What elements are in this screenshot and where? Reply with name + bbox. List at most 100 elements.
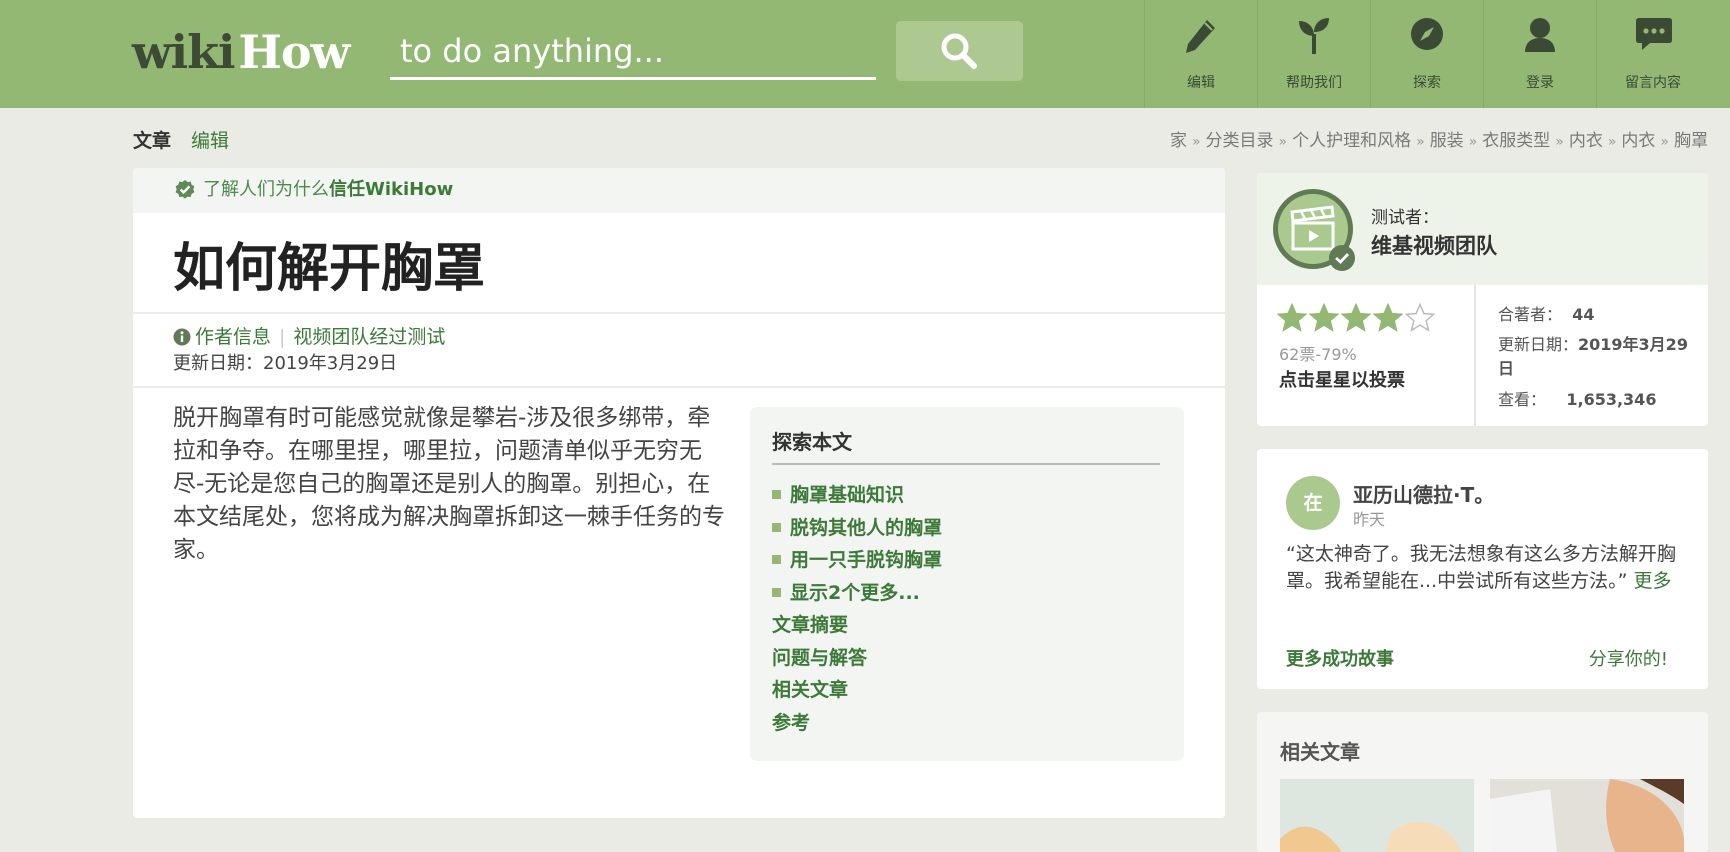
- nav-messages[interactable]: 留言内容: [1596, 0, 1709, 108]
- star-filled-icon[interactable]: [1277, 303, 1307, 333]
- breadcrumb-separator: »: [1468, 134, 1478, 150]
- nav-login-label: 登录: [1526, 75, 1554, 91]
- compass-icon: [1411, 18, 1443, 50]
- breadcrumb-item[interactable]: 内衣: [1621, 131, 1655, 151]
- breadcrumb-item[interactable]: 分类目录: [1206, 131, 1274, 151]
- logo-wiki: wiki: [132, 25, 235, 79]
- toc-item[interactable]: 相关文章: [772, 674, 942, 707]
- illustration-thumbnail: [1490, 779, 1684, 852]
- toc-item[interactable]: 用一只手脱钩胸罩: [772, 544, 942, 577]
- related-articles-title: 相关文章: [1280, 740, 1360, 764]
- verified-check-icon: [175, 180, 195, 199]
- tested-by-name[interactable]: 维基视频团队: [1371, 230, 1497, 260]
- breadcrumb-item[interactable]: 内衣: [1569, 131, 1603, 151]
- updated-label: 更新日期：: [1498, 335, 1579, 354]
- breadcrumb-item[interactable]: 个人护理和风格: [1292, 131, 1411, 151]
- star-filled-icon[interactable]: [1373, 303, 1403, 333]
- bullet-square-icon: [772, 555, 781, 564]
- tab-article[interactable]: 文章: [133, 130, 171, 152]
- toc-item[interactable]: 胸罩基础知识: [772, 479, 942, 512]
- toc-item-label: 胸罩基础知识: [790, 484, 905, 506]
- nav-edit[interactable]: 编辑: [1144, 0, 1257, 108]
- table-of-contents: 探索本文 胸罩基础知识 脱钩其他人的胸罩 用一只手脱钩胸罩 显示2个更多... 文章摘要…: [750, 407, 1184, 761]
- related-article-thumbnail[interactable]: [1490, 779, 1684, 852]
- toc-item[interactable]: 脱钩其他人的胸罩: [772, 512, 942, 545]
- coauthors-value: 44: [1572, 305, 1595, 324]
- breadcrumb-separator: »: [1555, 134, 1564, 150]
- story-more-link[interactable]: 更多: [1634, 570, 1672, 592]
- article-intro: 脱开胸罩有时可能感觉就像是攀岩-涉及很多绑带，牵拉和争夺。在哪里捏，哪里拉，问题…: [173, 405, 725, 563]
- breadcrumb-item[interactable]: 家: [1170, 131, 1187, 151]
- search-icon: [941, 33, 977, 69]
- breadcrumb-item[interactable]: 服装: [1430, 131, 1464, 151]
- tested-by-label: 测试者：: [1371, 208, 1439, 228]
- views-label: 查看：: [1498, 390, 1547, 409]
- page-title: 如何解开胸罩: [173, 239, 486, 299]
- nav-messages-label: 留言内容: [1625, 75, 1681, 91]
- toc-item-label: 用一只手脱钩胸罩: [790, 549, 943, 571]
- views-value: 1,653,346: [1566, 390, 1657, 409]
- star-filled-icon[interactable]: [1309, 303, 1339, 333]
- article-meta: 作者信息 | 视频团队经过测试: [173, 324, 445, 350]
- views-stat: 查看： 1,653,346: [1498, 388, 1698, 412]
- illustration-thumbnail: [1280, 822, 1461, 852]
- nav-help-us[interactable]: 帮助我们: [1257, 0, 1370, 108]
- more-success-stories-link[interactable]: 更多成功故事: [1286, 645, 1394, 671]
- nav-login[interactable]: 登录: [1483, 0, 1596, 108]
- meta-divider: |: [279, 326, 286, 348]
- click-to-vote: 点击星星以投票: [1279, 370, 1405, 391]
- success-story-card: 在 亚历山德拉·T。 昨天 “这太神奇了。我无法想象有这么多方法解开胸罩。我希望…: [1257, 449, 1708, 689]
- header-nav: 编辑 帮助我们 探索 登录 留言内容: [1144, 0, 1709, 108]
- breadcrumb-separator: »: [1607, 134, 1617, 150]
- related-article-thumbnail[interactable]: [1280, 779, 1474, 852]
- tested-header: 测试者： 维基视频团队: [1257, 173, 1708, 285]
- logo-how: How: [238, 25, 350, 79]
- info-icon: [173, 328, 191, 346]
- toc-list: 胸罩基础知识脱钩其他人的胸罩 用一只手脱钩胸罩 显示2个更多... 文章摘要问题与解答…: [772, 479, 942, 739]
- toc-item[interactable]: 文章摘要: [772, 609, 942, 642]
- updated-stat: 更新日期：2019年3月29日: [1498, 333, 1698, 381]
- toc-item-label: 显示2个更多...: [790, 581, 920, 604]
- tab-edit[interactable]: 编辑: [191, 130, 229, 152]
- tested-by-link[interactable]: 视频团队经过测试: [293, 326, 445, 348]
- wikihow-logo[interactable]: wikiHow: [132, 22, 350, 82]
- divider: [133, 386, 1225, 388]
- nav-explore-label: 探索: [1413, 75, 1441, 91]
- sprout-icon: [1299, 18, 1329, 54]
- toc-item[interactable]: 参考: [772, 707, 942, 740]
- search-input[interactable]: [390, 26, 876, 76]
- chat-icon: [1636, 18, 1672, 50]
- coauthors-label: 合著者：: [1498, 305, 1563, 324]
- breadcrumb-item[interactable]: 衣服类型: [1482, 131, 1550, 151]
- nav-explore[interactable]: 探索: [1370, 0, 1483, 108]
- star-rating[interactable]: [1277, 303, 1435, 333]
- breadcrumb-separator: »: [1416, 134, 1425, 150]
- breadcrumb-item[interactable]: 胸罩: [1674, 131, 1708, 151]
- star-empty-icon[interactable]: [1405, 303, 1435, 333]
- trust-bar[interactable]: 了解人们为什么信任WikiHow: [133, 168, 1225, 213]
- story-quote: “这太神奇了。我无法想象有这么多方法解开胸罩。我希望能在...中尝试所有这些方法…: [1286, 543, 1676, 592]
- breadcrumb-separator: »: [1191, 134, 1201, 150]
- breadcrumb-separator: »: [1278, 134, 1288, 150]
- toc-item[interactable]: 问题与解答: [772, 642, 942, 675]
- breadcrumb: 家» 分类目录» 个人护理和风格» 服装» 衣服类型» 内衣» 内衣» 胸罩: [1170, 130, 1708, 153]
- toc-item-label: 脱钩其他人的胸罩: [790, 516, 943, 539]
- author-info-link[interactable]: 作者信息: [195, 326, 271, 348]
- toc-item-label: 参考: [772, 711, 811, 734]
- share-story-link[interactable]: 分享你的!: [1589, 645, 1668, 671]
- bullet-square-icon: [772, 587, 781, 597]
- toc-item-label: 问题与解答: [772, 646, 868, 669]
- coauthors-stat: 合著者： 44: [1498, 303, 1698, 327]
- search-button[interactable]: [896, 21, 1023, 81]
- toc-item[interactable]: 显示2个更多...: [772, 577, 942, 610]
- user-icon: [1525, 18, 1555, 52]
- toc-item-label: 文章摘要: [772, 614, 849, 636]
- star-filled-icon[interactable]: [1341, 303, 1371, 333]
- story-author: 亚历山德拉·T。: [1353, 483, 1495, 507]
- related-articles-card: 相关文章: [1257, 712, 1708, 852]
- trust-link[interactable]: 了解人们为什么信任WikiHow: [203, 179, 453, 201]
- trust-bold: 信任WikiHow: [329, 179, 454, 200]
- site-header: wikiHow 编辑 帮助我们: [0, 0, 1730, 108]
- article-card: 了解人们为什么信任WikiHow 如何解开胸罩 作者信息 | 视频团队经过测试 更新…: [133, 168, 1225, 818]
- divider: [1474, 285, 1476, 426]
